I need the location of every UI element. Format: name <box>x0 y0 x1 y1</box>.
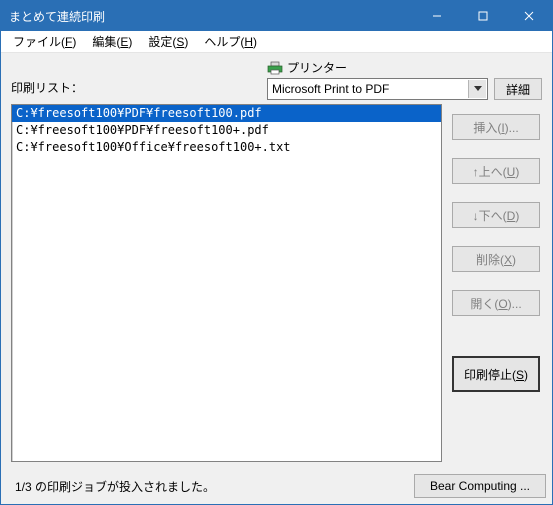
insert-button[interactable]: 挿入(I)... <box>452 114 540 140</box>
stop-label: 印刷停止(S) <box>464 366 528 383</box>
delete-label: 削除(X) <box>476 251 516 268</box>
menu-edit[interactable]: 編集(E) <box>84 31 140 52</box>
main-row: C:¥freesoft100¥PDF¥freesoft100.pdfC:¥fre… <box>11 104 542 462</box>
status-text: 1/3 の印刷ジョブが投入されました。 <box>15 478 414 495</box>
up-label: ↑上へ(U) <box>473 163 520 180</box>
printer-icon <box>267 61 283 75</box>
printer-block: プリンター Microsoft Print to PDF 詳細 <box>267 59 542 100</box>
print-list[interactable]: C:¥freesoft100¥PDF¥freesoft100.pdfC:¥fre… <box>11 104 442 462</box>
top-row: 印刷リスト： プリンター Microsoft Print to PDF <box>11 59 542 100</box>
printer-label-row: プリンター <box>267 59 542 76</box>
app-window: まとめて連続印刷 ファイル(F) 編集(E) 設定(S) ヘルプ(H) 印刷リス… <box>0 0 553 505</box>
delete-button[interactable]: 削除(X) <box>452 246 540 272</box>
print-list-label: 印刷リスト： <box>11 79 261 100</box>
close-button[interactable] <box>506 1 552 31</box>
client-area: 印刷リスト： プリンター Microsoft Print to PDF <box>1 53 552 468</box>
stop-print-button[interactable]: 印刷停止(S) <box>452 356 540 392</box>
window-controls <box>414 1 552 31</box>
menu-settings[interactable]: 設定(S) <box>140 31 196 52</box>
list-item[interactable]: C:¥freesoft100¥Office¥freesoft100+.txt <box>12 139 441 156</box>
open-label: 開く(O)... <box>470 295 521 312</box>
printer-detail-button[interactable]: 詳細 <box>494 78 542 100</box>
move-up-button[interactable]: ↑上へ(U) <box>452 158 540 184</box>
footer: 1/3 の印刷ジョブが投入されました。 Bear Computing ... <box>1 468 552 504</box>
open-button[interactable]: 開く(O)... <box>452 290 540 316</box>
menubar: ファイル(F) 編集(E) 設定(S) ヘルプ(H) <box>1 31 552 53</box>
side-buttons: 挿入(I)... ↑上へ(U) ↓下へ(D) 削除(X) 開く(O)... 印刷… <box>452 104 542 462</box>
brand-label: Bear Computing ... <box>430 479 530 493</box>
printer-select-row: Microsoft Print to PDF 詳細 <box>267 78 542 100</box>
window-title: まとめて連続印刷 <box>9 8 414 25</box>
menu-file[interactable]: ファイル(F) <box>5 31 84 52</box>
minimize-button[interactable] <box>414 1 460 31</box>
down-label: ↓下へ(D) <box>473 207 520 224</box>
list-item[interactable]: C:¥freesoft100¥PDF¥freesoft100.pdf <box>12 105 441 122</box>
brand-button[interactable]: Bear Computing ... <box>414 474 546 498</box>
insert-label: 挿入(I)... <box>473 119 518 136</box>
menu-help[interactable]: ヘルプ(H) <box>196 31 265 52</box>
chevron-down-icon <box>468 80 486 98</box>
titlebar: まとめて連続印刷 <box>1 1 552 31</box>
printer-selected-value: Microsoft Print to PDF <box>272 82 389 96</box>
printer-label: プリンター <box>287 59 347 76</box>
printer-select[interactable]: Microsoft Print to PDF <box>267 78 488 100</box>
printer-detail-label: 詳細 <box>506 81 530 98</box>
maximize-button[interactable] <box>460 1 506 31</box>
list-item[interactable]: C:¥freesoft100¥PDF¥freesoft100+.pdf <box>12 122 441 139</box>
move-down-button[interactable]: ↓下へ(D) <box>452 202 540 228</box>
